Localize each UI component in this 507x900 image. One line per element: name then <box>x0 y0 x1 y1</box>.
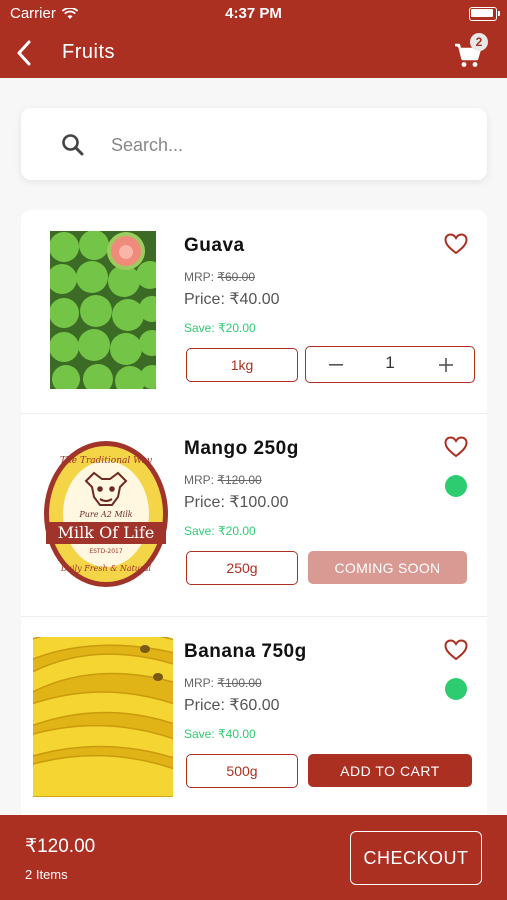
weight-selector[interactable]: 1kg <box>186 348 298 382</box>
list-item: Guava MRP: ₹60.00 Price: ₹40.00 Save: ₹2… <box>21 210 487 414</box>
decrement-button[interactable] <box>316 347 356 382</box>
cart-total: ₹120.00 <box>25 836 96 857</box>
heart-icon[interactable] <box>444 639 468 661</box>
mrp-label: MRP: <box>184 270 218 284</box>
add-to-cart-button[interactable]: ADD TO CART <box>308 754 472 787</box>
weight-selector[interactable]: 500g <box>186 754 298 788</box>
page-title: Fruits <box>62 41 115 63</box>
quantity-stepper: 1 <box>305 346 475 383</box>
checkout-button[interactable]: CHECKOUT <box>350 831 482 885</box>
battery-icon <box>469 7 500 21</box>
logo-brand: Milk Of Life <box>58 523 155 542</box>
guava-image <box>50 231 156 389</box>
product-name: Banana 750g <box>184 641 307 662</box>
cart-summary-bar: ₹120.00 2 Items CHECKOUT <box>0 815 507 900</box>
status-bar: Carrier 4:37 PM <box>0 0 507 28</box>
chevron-left-icon <box>17 40 31 66</box>
plus-icon <box>439 357 453 372</box>
product-mrp: MRP: ₹120.00 <box>184 473 262 487</box>
coming-soon-button[interactable]: COMING SOON <box>308 551 467 584</box>
heart-icon[interactable] <box>444 436 468 458</box>
list-item: The Traditional Way Pure A2 Milk Milk Of… <box>21 413 487 617</box>
quantity-value: 1 <box>385 353 395 372</box>
veg-indicator-dot <box>445 475 467 497</box>
product-price: Price: ₹100.00 <box>184 494 289 511</box>
product-savings: Save: ₹20.00 <box>184 524 256 538</box>
mrp-value: ₹60.00 <box>217 270 256 284</box>
mrp-label: MRP: <box>184 676 218 690</box>
cart-item-count: 2 Items <box>25 867 68 882</box>
product-savings: Save: ₹40.00 <box>184 727 256 741</box>
logo-tagline-bottom: Daily Fresh & Natural <box>60 564 152 573</box>
product-mrp: MRP: ₹60.00 <box>184 270 255 284</box>
heart-icon[interactable] <box>444 233 468 255</box>
logo-estd: ESTD-2017 <box>89 548 123 555</box>
back-button[interactable] <box>10 38 38 68</box>
logo-sub: Pure A2 Milk <box>78 510 132 519</box>
search-icon <box>62 134 84 156</box>
app-bar: Fruits 2 <box>0 28 507 78</box>
product-mrp: MRP: ₹100.00 <box>184 676 262 690</box>
mrp-value: ₹100.00 <box>217 676 262 690</box>
mrp-label: MRP: <box>184 473 218 487</box>
product-price: Price: ₹40.00 <box>184 291 280 308</box>
milk-of-life-logo: The Traditional Way Pure A2 Milk Milk Of… <box>44 441 168 587</box>
weight-selector[interactable]: 250g <box>186 551 298 585</box>
status-time: 4:37 PM <box>225 5 282 22</box>
banana-image <box>33 637 173 797</box>
search-bar <box>21 108 487 180</box>
mrp-value: ₹120.00 <box>217 473 262 487</box>
veg-indicator-dot <box>445 678 467 700</box>
logo-tagline-top: The Traditional Way <box>60 456 153 466</box>
product-price: Price: ₹60.00 <box>184 697 280 714</box>
list-item: Banana 750g MRP: ₹100.00 Price: ₹60.00 S… <box>21 616 487 820</box>
minus-icon <box>329 363 343 366</box>
increment-button[interactable] <box>426 347 466 382</box>
search-input[interactable] <box>109 132 473 158</box>
product-savings: Save: ₹20.00 <box>184 321 256 335</box>
product-list: Guava MRP: ₹60.00 Price: ₹40.00 Save: ₹2… <box>21 210 487 830</box>
product-name: Mango 250g <box>184 438 299 459</box>
cart-count-badge: 2 <box>470 33 488 51</box>
product-name: Guava <box>184 235 245 256</box>
